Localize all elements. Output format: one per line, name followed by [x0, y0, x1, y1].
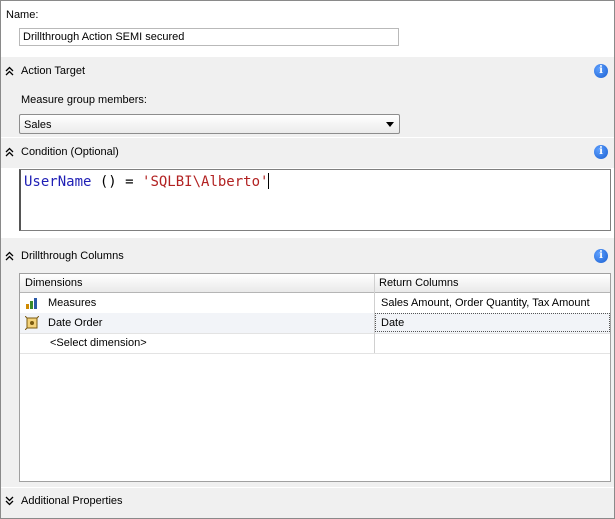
dimension-cell: Date Order	[48, 317, 103, 329]
return-columns-cell[interactable]: Date	[381, 317, 404, 329]
select-dimension-cell[interactable]: <Select dimension>	[50, 337, 147, 349]
focused-cell[interactable]	[375, 313, 610, 332]
code-operator: () =	[91, 174, 143, 190]
measure-group-select[interactable]: Sales	[19, 114, 400, 134]
section-title-additional: Additional Properties	[21, 495, 123, 507]
section-title-action-target: Action Target	[21, 65, 86, 77]
action-target-header[interactable]: Action Target i	[1, 57, 614, 83]
drillthrough-header[interactable]: Drillthrough Columns i	[1, 241, 614, 269]
measure-group-selected: Sales	[24, 119, 52, 131]
dimension-cell: Measures	[48, 297, 97, 309]
condition-editor[interactable]: UserName () = 'SQLBI\Alberto'	[19, 169, 611, 231]
section-title-condition: Condition (Optional)	[21, 146, 119, 158]
dimension-icon	[25, 316, 39, 330]
info-icon[interactable]: i	[594, 249, 608, 263]
return-columns-cell[interactable]: Sales Amount, Order Quantity, Tax Amount	[381, 297, 590, 309]
drillthrough-grid: Dimensions Return Columns Measures Sales…	[19, 273, 611, 482]
grid-header: Dimensions Return Columns	[20, 274, 610, 293]
additional-properties-header[interactable]: Additional Properties	[1, 488, 614, 518]
code-string: 'SQLBI\Alberto'	[142, 174, 269, 190]
table-row[interactable]: <Select dimension>	[20, 333, 610, 354]
collapse-chevron-icon[interactable]	[5, 66, 14, 76]
column-header-return-columns[interactable]: Return Columns	[379, 277, 458, 289]
condition-header[interactable]: Condition (Optional) i	[1, 138, 614, 168]
name-input[interactable]: Drillthrough Action SEMI secured	[19, 28, 399, 46]
table-row[interactable]: Date Order Date	[20, 313, 610, 334]
text-caret	[268, 173, 270, 189]
dropdown-arrow-icon	[386, 122, 394, 127]
action-form: Name: Drillthrough Action SEMI secured A…	[0, 0, 615, 519]
column-header-dimensions[interactable]: Dimensions	[25, 277, 82, 289]
measure-group-label: Measure group members:	[21, 94, 147, 106]
collapse-chevron-icon[interactable]	[5, 251, 14, 261]
section-title-drillthrough: Drillthrough Columns	[21, 250, 124, 262]
info-icon[interactable]: i	[594, 145, 608, 159]
table-row[interactable]: Measures Sales Amount, Order Quantity, T…	[20, 293, 610, 314]
column-divider[interactable]	[374, 274, 375, 353]
info-icon[interactable]: i	[594, 64, 608, 78]
collapse-chevron-icon[interactable]	[5, 147, 14, 157]
expand-chevron-icon[interactable]	[5, 496, 14, 506]
name-label: Name:	[6, 9, 39, 21]
condition-code: UserName () = 'SQLBI\Alberto'	[24, 173, 270, 190]
measures-icon	[26, 298, 37, 309]
code-keyword: UserName	[24, 174, 92, 190]
